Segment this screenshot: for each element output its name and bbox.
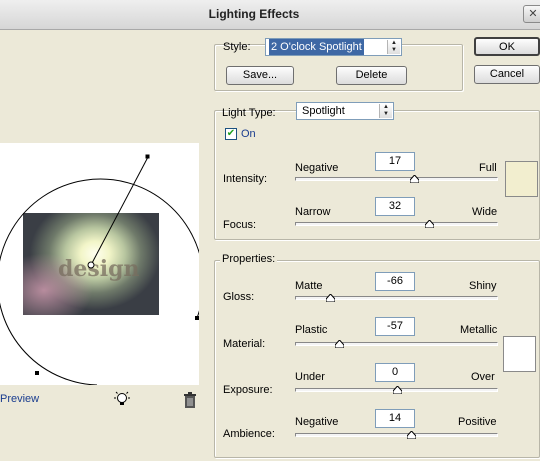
style-value: 2 O'clock Spotlight bbox=[269, 39, 364, 55]
delete-style-button[interactable]: Delete bbox=[336, 66, 407, 85]
preview-canvas[interactable]: design bbox=[0, 143, 199, 385]
exposure-label: Exposure: bbox=[223, 384, 273, 396]
slider-thumb[interactable] bbox=[406, 431, 416, 439]
light-type-value: Spotlight bbox=[302, 105, 345, 117]
light-center-handle bbox=[87, 261, 95, 269]
material-label: Material: bbox=[223, 338, 266, 350]
light-ellipse-outline bbox=[0, 178, 199, 385]
light-type-select[interactable]: Spotlight ▲ ▼ bbox=[296, 102, 394, 120]
preview-label[interactable]: Preview bbox=[0, 393, 39, 405]
focus-label: Focus: bbox=[223, 219, 257, 231]
intensity-input[interactable]: 17 bbox=[375, 152, 415, 171]
exposure-input[interactable]: 0 bbox=[375, 363, 415, 382]
light-on-label: On bbox=[241, 128, 256, 140]
updown-arrow-icon: ▲ ▼ bbox=[379, 104, 392, 118]
light-bulb-icon[interactable] bbox=[113, 391, 131, 409]
gloss-max-label: Shiny bbox=[469, 280, 497, 292]
focus-min-label: Narrow bbox=[295, 206, 331, 218]
material-max-label: Metallic bbox=[460, 324, 498, 336]
focus-max-label: Wide bbox=[472, 206, 498, 218]
intensity-min-label: Negative bbox=[295, 162, 339, 174]
style-label: Style: bbox=[223, 41, 251, 53]
material-slider[interactable] bbox=[295, 342, 498, 346]
ambient-color-swatch[interactable] bbox=[503, 336, 536, 372]
slider-thumb[interactable] bbox=[392, 386, 402, 394]
title-bar: Lighting Effects ✕ bbox=[0, 0, 540, 30]
intensity-slider[interactable] bbox=[295, 177, 498, 181]
gloss-label: Gloss: bbox=[223, 291, 255, 303]
ambience-max-label: Positive bbox=[458, 416, 497, 428]
close-icon[interactable]: ✕ bbox=[523, 5, 540, 23]
save-style-button[interactable]: Save... bbox=[226, 66, 294, 85]
window-title: Lighting Effects bbox=[208, 7, 300, 21]
gloss-min-label: Matte bbox=[295, 280, 323, 292]
updown-arrow-icon: ▲ ▼ bbox=[387, 40, 400, 54]
light-direction-handle bbox=[145, 154, 150, 159]
slider-thumb[interactable] bbox=[334, 340, 344, 348]
light-direction-line bbox=[90, 156, 149, 266]
properties-title: Properties: bbox=[220, 253, 278, 265]
ellipse-handle-bottom bbox=[35, 371, 39, 375]
slider-thumb[interactable] bbox=[409, 175, 419, 183]
intensity-label: Intensity: bbox=[223, 173, 268, 185]
gloss-input[interactable]: -66 bbox=[375, 272, 415, 291]
material-input[interactable]: -57 bbox=[375, 317, 415, 336]
ambience-slider[interactable] bbox=[295, 433, 498, 437]
exposure-max-label: Over bbox=[471, 371, 495, 383]
slider-thumb[interactable] bbox=[424, 220, 434, 228]
intensity-max-label: Full bbox=[479, 162, 497, 174]
ambience-label: Ambience: bbox=[223, 428, 275, 440]
focus-input[interactable]: 32 bbox=[375, 197, 415, 216]
ambience-min-label: Negative bbox=[295, 416, 339, 428]
style-select[interactable]: 2 O'clock Spotlight ▲ ▼ bbox=[265, 38, 402, 56]
ellipse-handle-right bbox=[195, 316, 199, 320]
ambience-input[interactable]: 14 bbox=[375, 409, 415, 428]
trash-icon[interactable] bbox=[182, 391, 198, 409]
cancel-button[interactable]: Cancel bbox=[474, 65, 540, 84]
light-on-checkbox[interactable]: ✔ bbox=[225, 128, 237, 140]
light-color-swatch[interactable] bbox=[505, 161, 538, 197]
material-min-label: Plastic bbox=[295, 324, 328, 336]
exposure-min-label: Under bbox=[295, 371, 325, 383]
light-ellipse[interactable] bbox=[0, 143, 199, 385]
light-type-label: Light Type: bbox=[222, 107, 276, 119]
ok-button[interactable]: OK bbox=[474, 37, 540, 56]
slider-thumb[interactable] bbox=[325, 294, 335, 302]
focus-slider[interactable] bbox=[295, 222, 498, 226]
